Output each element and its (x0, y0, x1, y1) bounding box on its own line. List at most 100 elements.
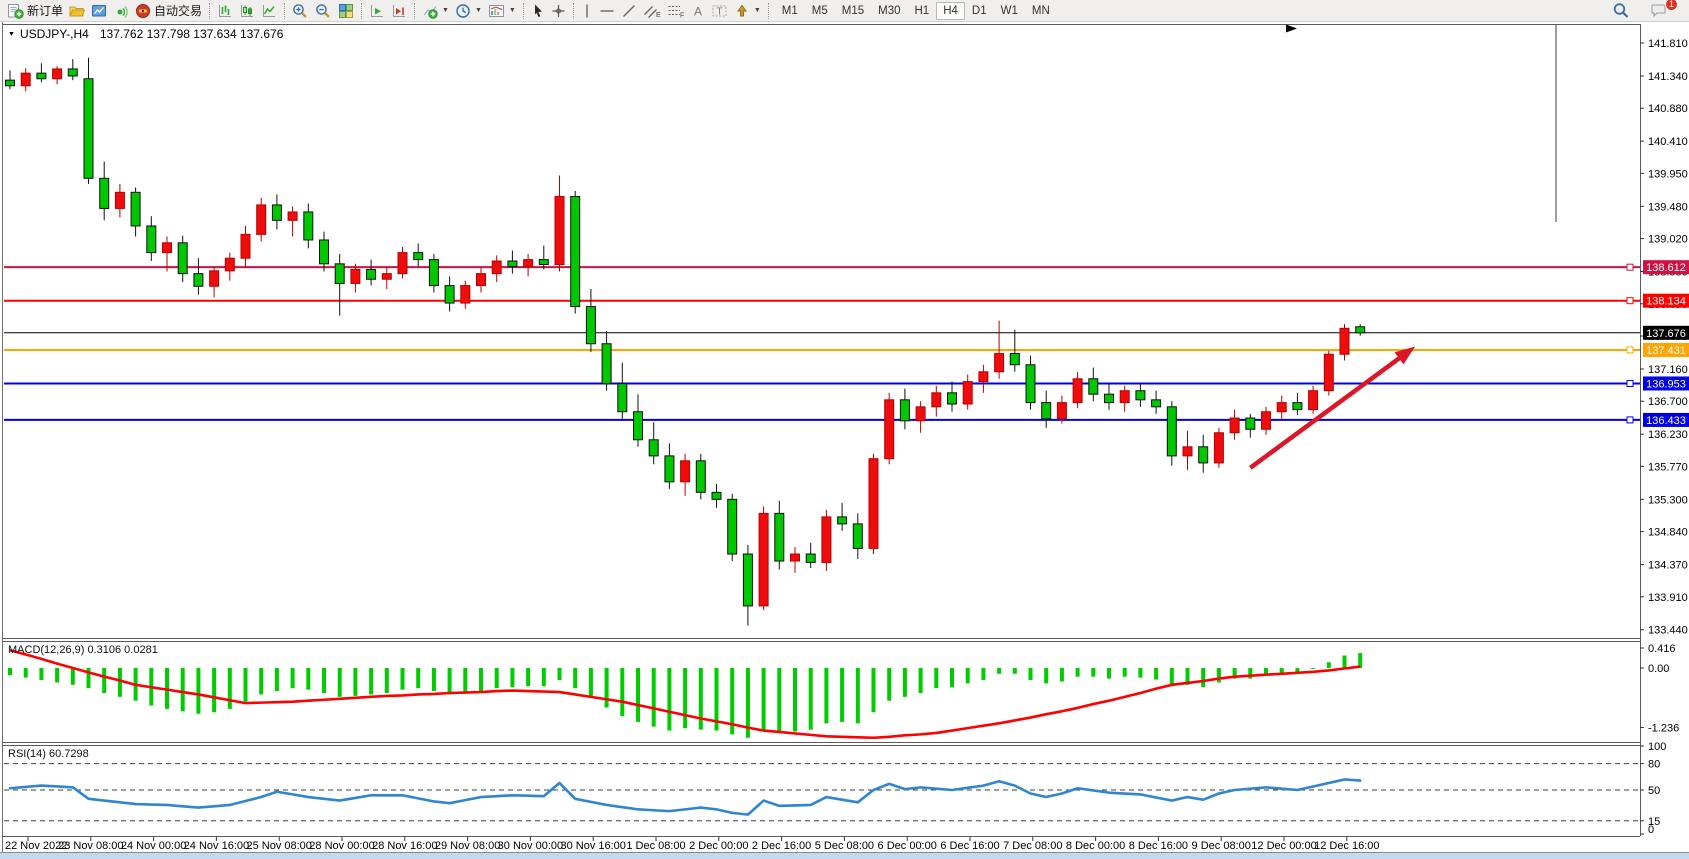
rsi-label: RSI(14) 60.7298 (8, 748, 89, 760)
svg-text:1 Dec 08:00: 1 Dec 08:00 (626, 840, 685, 852)
chevron-down-icon: ▼ (475, 7, 482, 14)
svg-text:134.840: 134.840 (1648, 527, 1688, 539)
zoom-out-icon (315, 3, 332, 19)
separator (284, 3, 285, 19)
crosshair-icon (551, 3, 566, 19)
chart-profiles-button[interactable] (66, 1, 88, 21)
svg-text:28 Nov 16:00: 28 Nov 16:00 (372, 840, 437, 852)
timeframe-MN[interactable]: MN (1025, 2, 1057, 20)
zoom-out-button[interactable] (312, 1, 335, 21)
auto-trading-icon (135, 3, 151, 19)
svg-text:30 Nov 00:00: 30 Nov 00:00 (498, 840, 563, 852)
chevron-down-icon: ▼ (509, 7, 516, 14)
svg-text:29 Nov 08:00: 29 Nov 08:00 (435, 840, 500, 852)
text-icon: A (691, 3, 705, 19)
market-watch-icon (91, 3, 107, 19)
fibonacci-button[interactable]: F (664, 1, 688, 21)
svg-text:E: E (656, 12, 661, 19)
signals-button[interactable] (110, 1, 132, 21)
symbol-label: USDJPY-,H4 (20, 27, 89, 41)
svg-text:137.431: 137.431 (1646, 345, 1686, 357)
notification-badge: 1 (1665, 0, 1678, 11)
svg-text:141.810: 141.810 (1648, 38, 1688, 50)
search-icon (1612, 2, 1630, 19)
auto-scroll-icon (369, 3, 385, 19)
line-chart-icon (261, 3, 277, 19)
svg-text:136.953: 136.953 (1646, 378, 1686, 390)
svg-text:136.700: 136.700 (1648, 396, 1688, 408)
svg-text:139.020: 139.020 (1648, 234, 1688, 246)
templates-button[interactable]: ▼ (485, 1, 519, 21)
arrows-icon (734, 3, 750, 19)
tile-windows-icon (338, 3, 354, 19)
time-axis[interactable]: 22 Nov 202223 Nov 08:0024 Nov 00:0024 No… (5, 837, 1380, 852)
separator (523, 3, 524, 19)
svg-text:139.480: 139.480 (1648, 201, 1688, 213)
collapse-triangle-icon[interactable]: ▼ (8, 31, 15, 38)
arrows-button[interactable]: ▼ (731, 1, 764, 21)
svg-text:F: F (680, 12, 684, 19)
timeframe-H1[interactable]: H1 (908, 2, 937, 20)
svg-text:136.230: 136.230 (1648, 429, 1688, 441)
trendline-button[interactable] (618, 1, 640, 21)
ohlc-values: 137.762 137.798 137.634 137.676 (100, 27, 284, 41)
svg-text:2 Dec 00:00: 2 Dec 00:00 (689, 840, 748, 852)
svg-text:133.910: 133.910 (1648, 592, 1688, 604)
auto-trading-button[interactable]: 自动交易 (132, 1, 205, 21)
text-label-icon: T (711, 3, 728, 19)
periods-button[interactable]: ▼ (452, 1, 485, 21)
timeframe-M15[interactable]: M15 (835, 2, 871, 20)
candlestick-chart-button[interactable] (236, 1, 258, 21)
market-watch-button[interactable] (88, 1, 110, 21)
search-button[interactable] (1609, 1, 1633, 21)
cursor-button[interactable] (528, 1, 548, 21)
svg-text:50: 50 (1648, 785, 1660, 797)
timeframe-D1[interactable]: D1 (965, 2, 994, 20)
svg-text:0: 0 (1648, 824, 1654, 836)
svg-text:24 Nov 00:00: 24 Nov 00:00 (121, 840, 186, 852)
svg-text:133.440: 133.440 (1648, 625, 1688, 637)
tile-windows-button[interactable] (335, 1, 357, 21)
bar-chart-button[interactable] (214, 1, 236, 21)
svg-text:25 Nov 08:00: 25 Nov 08:00 (246, 840, 311, 852)
timeframe-H4[interactable]: H4 (936, 2, 965, 20)
svg-text:28 Nov 00:00: 28 Nov 00:00 (309, 840, 374, 852)
svg-text:140.410: 140.410 (1648, 136, 1688, 148)
indicators-button[interactable]: ▼ (419, 1, 452, 21)
zoom-in-button[interactable] (289, 1, 312, 21)
svg-text:24 Nov 16:00: 24 Nov 16:00 (184, 840, 249, 852)
svg-text:-1.236: -1.236 (1648, 722, 1679, 734)
text-button[interactable]: A (688, 1, 708, 21)
signals-icon (113, 3, 129, 19)
svg-text:137.676: 137.676 (1646, 328, 1686, 340)
new-order-button[interactable]: 新订单 (4, 1, 66, 21)
toolbar-right: 1 (1609, 1, 1671, 21)
chart-shift-button[interactable] (388, 1, 410, 21)
vertical-line-button[interactable] (578, 1, 596, 21)
svg-text:8 Dec 00:00: 8 Dec 00:00 (1066, 840, 1125, 852)
candlestick-chart-icon (239, 3, 255, 19)
separator (361, 3, 362, 19)
horizontal-line-button[interactable] (596, 1, 618, 21)
line-chart-button[interactable] (258, 1, 280, 21)
chart-shift-icon (391, 3, 407, 19)
toolbar: 新订单 自动交易 ▼ ▼ (0, 0, 1689, 22)
equidistant-channel-button[interactable]: E (640, 1, 664, 21)
timeframe-M5[interactable]: M5 (805, 2, 835, 20)
new-order-icon (7, 3, 24, 19)
notifications-button[interactable]: 1 (1647, 1, 1671, 21)
timeframe-W1[interactable]: W1 (994, 2, 1025, 20)
auto-trading-label: 自动交易 (154, 2, 202, 19)
chart-canvas[interactable]: 141.810141.340140.880140.410139.950139.4… (0, 0, 1689, 859)
svg-text:136.433: 136.433 (1646, 415, 1686, 427)
zoom-in-icon (292, 3, 309, 19)
auto-scroll-button[interactable] (366, 1, 388, 21)
text-label-button[interactable]: T (708, 1, 731, 21)
crosshair-button[interactable] (548, 1, 569, 21)
bar-chart-icon (217, 3, 233, 19)
clock-icon (455, 3, 471, 19)
timeframe-M30[interactable]: M30 (871, 2, 907, 20)
timeframe-M1[interactable]: M1 (775, 2, 805, 20)
equidistant-channel-icon: E (643, 3, 661, 19)
chart-frame (0, 22, 1689, 859)
